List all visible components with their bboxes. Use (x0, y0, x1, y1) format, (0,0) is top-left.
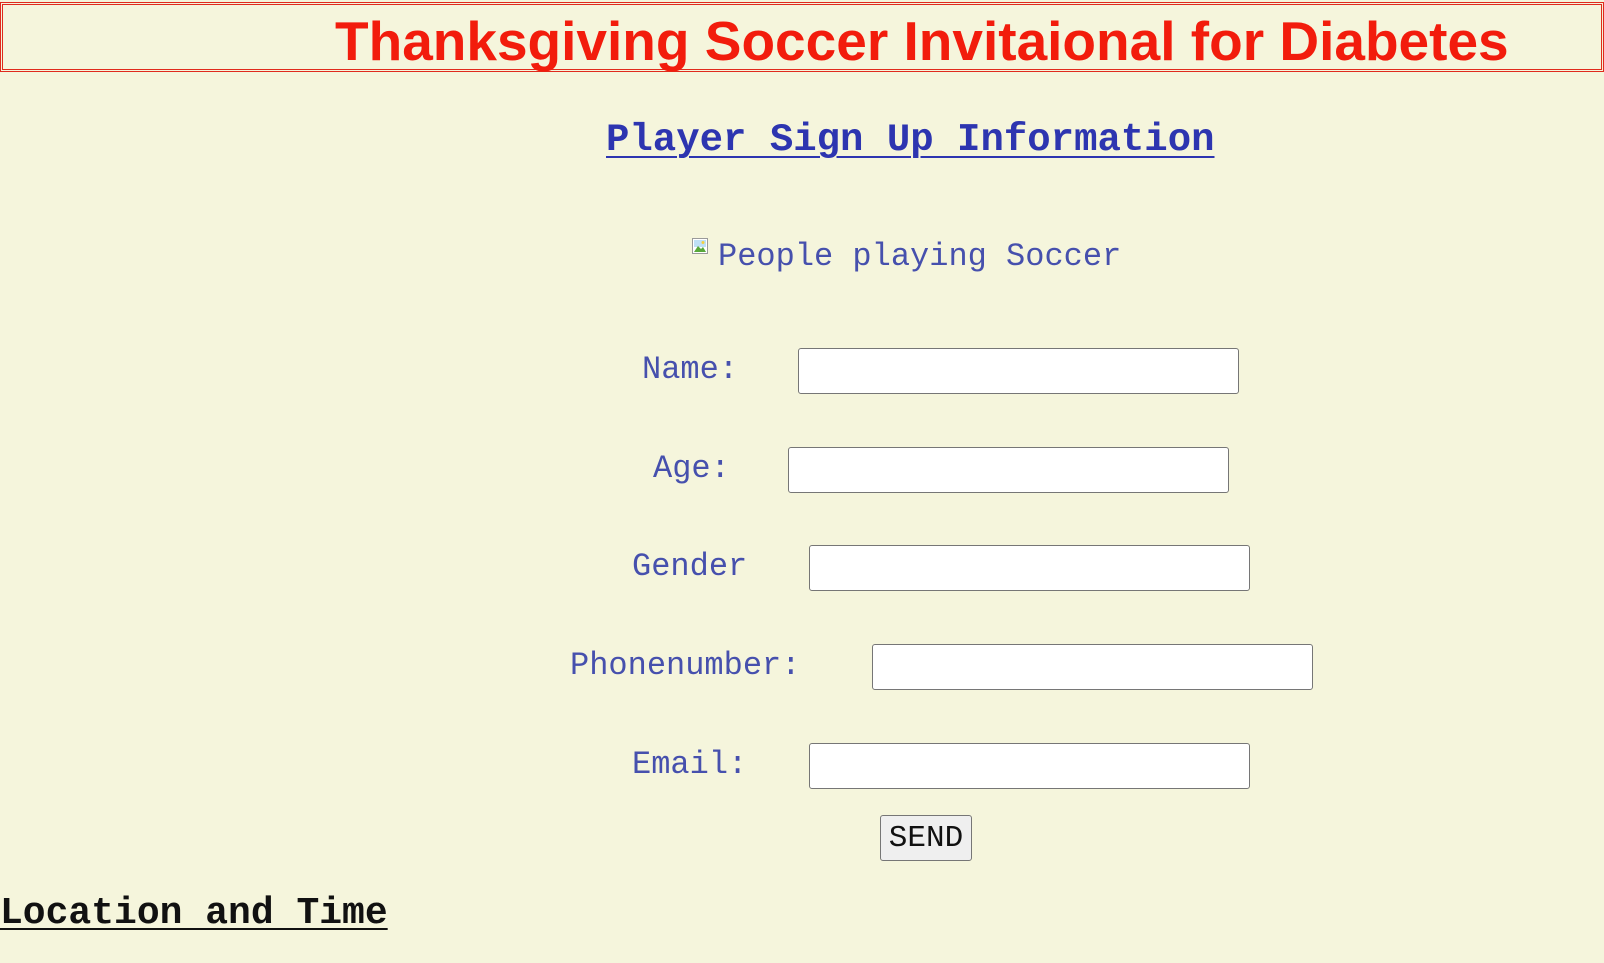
image-alt-text: People playing Soccer (718, 238, 1122, 275)
phone-label: Phonenumber: (570, 647, 801, 684)
email-input[interactable] (809, 743, 1250, 789)
page-title: Thanksgiving Soccer Invitaional for Diab… (335, 10, 1509, 72)
player-signup-link[interactable]: Player Sign Up Information (606, 118, 1215, 162)
name-input[interactable] (798, 348, 1239, 394)
page-header: Thanksgiving Soccer Invitaional for Diab… (0, 2, 1604, 72)
email-label: Email: (632, 746, 748, 783)
gender-label: Gender (632, 548, 748, 585)
age-label: Age: (653, 450, 730, 487)
name-label: Name: (642, 351, 739, 388)
send-button[interactable]: SEND (880, 815, 972, 861)
location-heading: Location and Time (0, 892, 388, 935)
phone-input[interactable] (872, 644, 1313, 690)
age-input[interactable] (788, 447, 1229, 493)
soccer-image: People playing Soccer (692, 237, 1121, 277)
gender-input[interactable] (809, 545, 1250, 591)
broken-image-icon (692, 238, 708, 254)
